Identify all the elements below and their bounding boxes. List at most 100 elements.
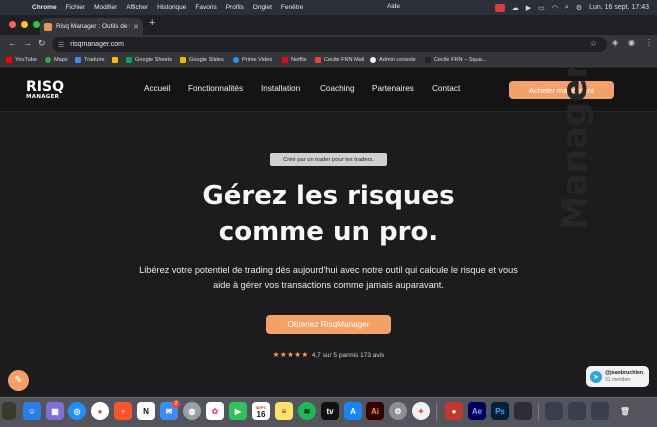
- menu-app-chrome[interactable]: Chrome: [32, 4, 57, 11]
- close-window-icon[interactable]: [9, 21, 16, 28]
- desktop-thumbnail[interactable]: [2, 402, 16, 420]
- close-tab-icon[interactable]: ✕: [133, 23, 139, 31]
- search-icon[interactable]: ⌕: [565, 4, 569, 12]
- menu-fichier[interactable]: Fichier: [66, 4, 86, 11]
- squarespace-icon: [425, 57, 431, 63]
- nav-coaching[interactable]: Coaching: [320, 84, 355, 93]
- sheets-icon: [126, 57, 132, 63]
- maximize-window-icon[interactable]: [33, 21, 40, 28]
- photoshop-icon[interactable]: Ps: [491, 402, 509, 420]
- hero-lead: Libérez votre potentiel de trading dès a…: [0, 263, 657, 292]
- lead-line-1: Libérez votre potentiel de trading dès a…: [139, 265, 518, 275]
- lead-line-2: aide à gérer vos transactions comme jama…: [213, 279, 444, 290]
- bookmarks-bar: YouTube Maps Traduire Google Sheets Goog…: [0, 54, 657, 68]
- apple-tv-icon[interactable]: tv: [321, 402, 339, 420]
- launchpad-icon[interactable]: ▦: [46, 402, 64, 420]
- fruit-app-icon[interactable]: ●: [445, 402, 463, 420]
- bookmark-google-sheets[interactable]: Google Sheets: [126, 57, 172, 63]
- app-store-icon[interactable]: A: [344, 402, 362, 420]
- bookmark-google-slides[interactable]: Google Slides: [180, 57, 224, 63]
- menu-historique[interactable]: Historique: [157, 4, 186, 11]
- bookmark-cecile-squarespace[interactable]: Cecile FRN – Squa...: [425, 57, 487, 63]
- headline-line-2: comme un pro.: [218, 217, 439, 247]
- netflix-icon: [282, 57, 288, 63]
- wifi-icon[interactable]: ◠: [552, 4, 558, 12]
- telegram-text: @jeanbruchlen 31 member: [605, 370, 643, 384]
- notes-icon[interactable]: ≡: [275, 402, 293, 420]
- menu-fenetre[interactable]: Fenêtre: [281, 4, 303, 11]
- dock-separator-2: [538, 403, 539, 421]
- browser-toolbar: ← → ↻ ☰ risqmanager.com ☆ ◈ ◉ ⋮: [0, 35, 657, 54]
- brave-icon[interactable]: ♆: [114, 402, 132, 420]
- menu-more-icon[interactable]: ⋮: [645, 38, 653, 47]
- battery-icon[interactable]: ▭: [538, 4, 545, 12]
- trash-icon[interactable]: 🗑: [616, 402, 634, 420]
- nav-partenaires[interactable]: Partenaires: [372, 84, 414, 93]
- minimized-window-2[interactable]: [568, 402, 586, 420]
- get-risqmanager-button[interactable]: Obtenez RisqManager: [266, 315, 391, 334]
- bookmark-star-icon[interactable]: ☆: [590, 39, 597, 48]
- bookmark-maps[interactable]: Maps: [45, 57, 68, 63]
- browser-tab-active[interactable]: Risq Manager : Outils de trad ✕: [40, 18, 143, 35]
- extensions-icon[interactable]: ◈: [612, 38, 618, 47]
- url-text[interactable]: risqmanager.com: [70, 41, 124, 48]
- minimized-window-3[interactable]: [591, 402, 609, 420]
- bookmark-traduire[interactable]: Traduire: [75, 57, 105, 63]
- illustrator-icon[interactable]: Ai: [366, 402, 384, 420]
- calendar-icon[interactable]: SEPT. 16: [252, 402, 270, 420]
- screen-recording-icon[interactable]: [494, 3, 505, 12]
- menu-afficher[interactable]: Afficher: [126, 4, 148, 11]
- finder-icon[interactable]: ☺: [23, 402, 41, 420]
- telegram-icon: ➤: [590, 370, 602, 383]
- chat-widget-button[interactable]: ✎: [8, 370, 29, 391]
- bookmark-admin-console[interactable]: Admin console: [370, 57, 416, 63]
- contacts-icon[interactable]: ◍: [183, 402, 201, 420]
- minimize-window-icon[interactable]: [21, 21, 28, 28]
- control-center-icon[interactable]: ⚙: [576, 4, 582, 12]
- menu-profils[interactable]: Profils: [226, 4, 244, 11]
- bookmark-prime-video[interactable]: Prime Video: [233, 57, 272, 63]
- after-effects-icon[interactable]: Ae: [468, 402, 486, 420]
- cloud-icon[interactable]: ☁: [512, 4, 519, 12]
- webpage: RISQ MANAGER Accueil Fonctionnalités Ins…: [0, 68, 657, 397]
- recent-app-icon[interactable]: [514, 402, 532, 420]
- bookmark-netflix[interactable]: Netflix: [282, 57, 307, 63]
- bookmark-drive[interactable]: [112, 57, 121, 63]
- safari-icon[interactable]: ◎: [68, 402, 86, 420]
- nav-accueil[interactable]: Accueil: [144, 84, 170, 93]
- menu-modifier[interactable]: Modifier: [94, 4, 117, 11]
- reload-icon[interactable]: ↻: [38, 38, 46, 49]
- chrome-icon[interactable]: ●: [91, 402, 109, 420]
- profile-icon[interactable]: ◉: [628, 38, 635, 47]
- telegram-handle: @jeanbruchlen: [605, 369, 644, 376]
- telegram-widget[interactable]: ➤ @jeanbruchlen 31 member: [586, 366, 649, 387]
- bookmark-youtube[interactable]: YouTube: [6, 57, 37, 63]
- menu-favoris[interactable]: Favoris: [195, 4, 216, 11]
- headline-line-1: Gérez les risques: [202, 181, 455, 211]
- forward-icon[interactable]: →: [23, 38, 32, 48]
- system-settings-icon[interactable]: ⚙: [389, 402, 407, 420]
- menu-aide[interactable]: Aide: [387, 3, 400, 10]
- address-bar[interactable]: ☰ risqmanager.com ☆: [52, 37, 607, 52]
- minimized-window-1[interactable]: [545, 402, 563, 420]
- compass-app-icon[interactable]: ✦: [412, 402, 430, 420]
- site-info-icon[interactable]: ☰: [58, 41, 64, 49]
- nav-installation[interactable]: Installation: [261, 84, 300, 93]
- play-icon[interactable]: ▶: [526, 4, 531, 12]
- nav-fonctionnalites[interactable]: Fonctionnalités: [188, 84, 243, 93]
- risq-manager-logo[interactable]: RISQ MANAGER: [26, 80, 64, 100]
- gmail-icon: [315, 57, 321, 63]
- datetime[interactable]: Lun. 16 sept. 17:43: [589, 4, 649, 11]
- new-tab-icon[interactable]: +: [149, 17, 155, 29]
- rating: ★★★★★ 4,7 sur 5 parmis 173 avis: [0, 350, 657, 359]
- menu-onglet[interactable]: Onglet: [253, 4, 272, 11]
- photos-icon[interactable]: ✿: [206, 402, 224, 420]
- facetime-icon[interactable]: ▶: [229, 402, 247, 420]
- notion-icon[interactable]: N: [137, 402, 155, 420]
- menubar-status-area: ☁ ▶ ▭ ◠ ⌕ ⚙ Lun. 16 sept. 17:43: [494, 0, 649, 15]
- bookmark-cecile-mail[interactable]: Cecile FRN Mail: [315, 57, 364, 63]
- spotify-icon[interactable]: ≋: [298, 402, 316, 420]
- mail-badge: 2: [172, 400, 180, 408]
- back-icon[interactable]: ←: [8, 38, 17, 48]
- nav-contact[interactable]: Contact: [432, 84, 460, 93]
